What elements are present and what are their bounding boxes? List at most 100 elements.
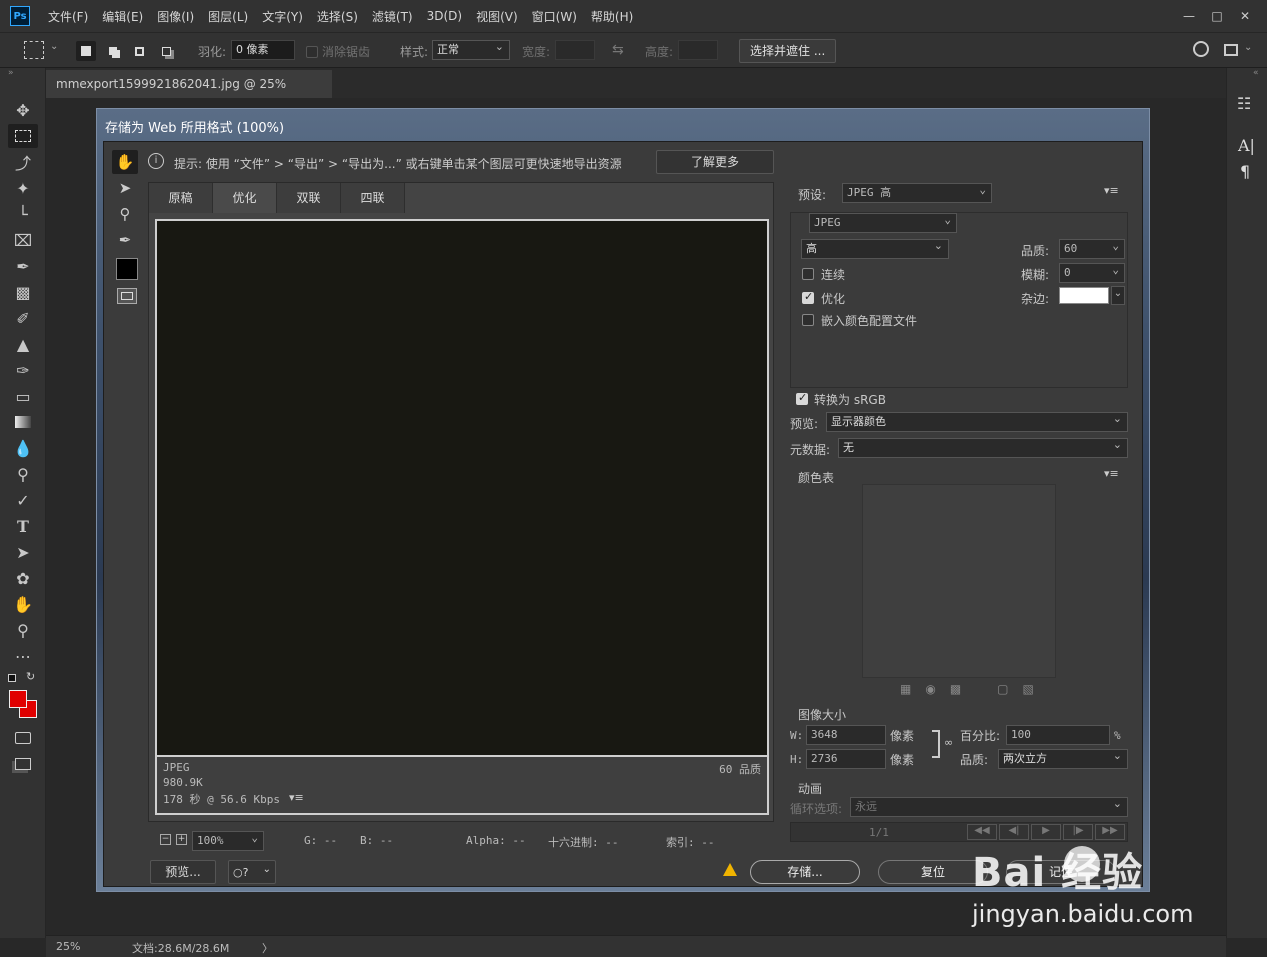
lock-icon[interactable]: ▩	[950, 682, 961, 696]
play-icon[interactable]: ▶	[1031, 824, 1061, 840]
collapse-icon[interactable]: »	[8, 68, 14, 78]
eraser-tool-icon[interactable]: ▭	[8, 384, 38, 408]
quick-mask-icon[interactable]	[8, 726, 38, 750]
preset-select[interactable]: JPEG 高	[842, 181, 992, 203]
map-color-icon[interactable]: ▦	[900, 682, 911, 696]
tab-optimized[interactable]: 优化	[213, 183, 277, 213]
tab-4up[interactable]: 四联	[341, 183, 405, 213]
progressive-checkbox[interactable]	[802, 268, 814, 280]
color-table[interactable]	[862, 484, 1056, 678]
zoom-out-icon[interactable]: −	[160, 834, 171, 845]
menu-edit[interactable]: 编辑(E)	[102, 8, 143, 25]
width-input[interactable]: 3648	[806, 725, 886, 745]
preview-in-browser-button[interactable]: 预览...	[150, 860, 216, 884]
constrain-proportions-icon[interactable]	[932, 730, 940, 758]
menu-layer[interactable]: 图层(L)	[208, 8, 248, 25]
blur-input[interactable]: 0	[1059, 261, 1125, 283]
crop-tool-icon[interactable]: └	[8, 202, 38, 226]
menu-select[interactable]: 选择(S)	[317, 8, 358, 25]
format-select[interactable]: JPEG	[809, 211, 957, 233]
paragraph-icon[interactable]: ¶	[1240, 162, 1250, 181]
swap-colors-icon[interactable]: ↻	[26, 670, 35, 683]
path-selection-tool-icon[interactable]: ➤	[8, 540, 38, 564]
frame-tool-icon[interactable]: ⌧	[8, 228, 38, 252]
select-and-mask-button[interactable]: 选择并遮住 ...	[739, 39, 837, 63]
marquee-preset-icon[interactable]	[24, 41, 44, 59]
image-preview[interactable]	[155, 219, 769, 757]
height-input[interactable]: 2736	[806, 749, 886, 769]
convert-srgb-checkbox[interactable]	[796, 391, 808, 405]
gradient-tool-icon[interactable]	[8, 410, 38, 434]
more-tools-icon[interactable]: ⋯	[8, 644, 38, 668]
menu-3d[interactable]: 3D(D)	[427, 9, 462, 23]
menu-window[interactable]: 窗口(W)	[532, 8, 577, 25]
loop-select[interactable]: 永远	[850, 795, 1128, 817]
zoom-tool-icon[interactable]: ⚲	[112, 202, 138, 226]
blur-tool-icon[interactable]: 💧	[8, 436, 38, 460]
marquee-tool-icon[interactable]	[8, 124, 38, 148]
preview-color-select[interactable]: 显示器颜色	[826, 410, 1128, 432]
optimize-menu-icon[interactable]: ▾≡	[1104, 184, 1119, 197]
menu-image[interactable]: 图像(I)	[157, 8, 194, 25]
subtract-selection-icon[interactable]	[129, 41, 149, 61]
minimize-icon[interactable]: —	[1175, 7, 1203, 25]
properties-icon[interactable]: ☷	[1237, 94, 1251, 113]
height-input[interactable]	[678, 40, 718, 60]
menu-help[interactable]: 帮助(H)	[591, 8, 633, 25]
save-button[interactable]: 存储...	[750, 860, 860, 884]
collapse-icon[interactable]: «	[1253, 68, 1259, 78]
eyedropper-tool-icon[interactable]: ✒	[8, 254, 38, 278]
move-tool-icon[interactable]: ✥	[8, 98, 38, 122]
lasso-tool-icon[interactable]: ⤴	[8, 150, 38, 174]
custom-shape-tool-icon[interactable]: ✿	[8, 566, 38, 590]
dodge-tool-icon[interactable]: ⚲	[8, 462, 38, 486]
optimized-checkbox[interactable]	[802, 290, 814, 304]
type-tool-icon[interactable]: T	[8, 514, 38, 538]
web-shift-icon[interactable]: ◉	[925, 682, 935, 696]
toggle-slices-icon[interactable]	[117, 288, 137, 304]
character-icon[interactable]: A|	[1238, 136, 1255, 155]
prev-frame-icon[interactable]: ◀|	[999, 824, 1029, 840]
zoom-in-icon[interactable]: +	[176, 834, 187, 845]
feather-input[interactable]: 0 像素	[231, 40, 295, 60]
history-brush-tool-icon[interactable]: ✑	[8, 358, 38, 382]
new-color-icon[interactable]: ▢	[997, 682, 1008, 696]
chevron-down-icon[interactable]: ⌄	[50, 41, 58, 52]
antialias-checkbox[interactable]	[306, 46, 318, 58]
status-menu-arrow[interactable]: 〉	[262, 940, 273, 956]
magic-wand-tool-icon[interactable]: ✦	[8, 176, 38, 200]
default-colors-icon[interactable]	[8, 674, 16, 682]
matte-color-swatch[interactable]	[1059, 287, 1109, 304]
maximize-icon[interactable]: □	[1203, 7, 1231, 25]
slice-select-tool-icon[interactable]: ➤	[112, 176, 138, 200]
learn-more-button[interactable]: 了解更多	[656, 150, 774, 174]
preview-menu-icon[interactable]: ▾≡	[289, 791, 304, 804]
brush-tool-icon[interactable]: ✐	[8, 306, 38, 330]
swap-icon[interactable]: ⇆	[612, 42, 624, 58]
pen-tool-icon[interactable]: ✓	[8, 488, 38, 512]
resample-select[interactable]: 两次立方	[998, 747, 1128, 769]
trash-icon[interactable]: ▧	[1023, 682, 1034, 696]
percent-input[interactable]: 100	[1006, 725, 1110, 745]
hand-tool-icon[interactable]: ✋	[8, 592, 38, 616]
chevron-down-icon[interactable]: ⌄	[1111, 286, 1125, 305]
workspace-icon[interactable]	[1224, 44, 1238, 56]
menu-file[interactable]: 文件(F)	[48, 8, 88, 25]
style-select[interactable]: 正常	[432, 38, 510, 60]
embed-profile-checkbox[interactable]	[802, 314, 814, 326]
document-tab[interactable]: mmexport1599921862041.jpg @ 25%(RGB/8) ×	[46, 70, 332, 119]
menu-view[interactable]: 视图(V)	[476, 8, 518, 25]
close-icon[interactable]: ✕	[1231, 7, 1259, 25]
quality-input[interactable]: 60	[1059, 237, 1125, 259]
eyedropper-color-swatch[interactable]	[116, 258, 138, 280]
quality-level-select[interactable]: 高	[801, 237, 949, 259]
search-icon[interactable]	[1193, 41, 1209, 57]
zoom-level[interactable]: 25%	[56, 940, 80, 953]
hand-tool-icon[interactable]: ✋	[112, 150, 138, 174]
first-frame-icon[interactable]: ◀◀	[967, 824, 997, 840]
healing-brush-tool-icon[interactable]: ▩	[8, 280, 38, 304]
eyedropper-tool-icon[interactable]: ✒	[112, 228, 138, 252]
foreground-color-swatch[interactable]	[9, 690, 27, 708]
add-selection-icon[interactable]	[103, 41, 123, 61]
menu-filter[interactable]: 滤镜(T)	[372, 8, 413, 25]
